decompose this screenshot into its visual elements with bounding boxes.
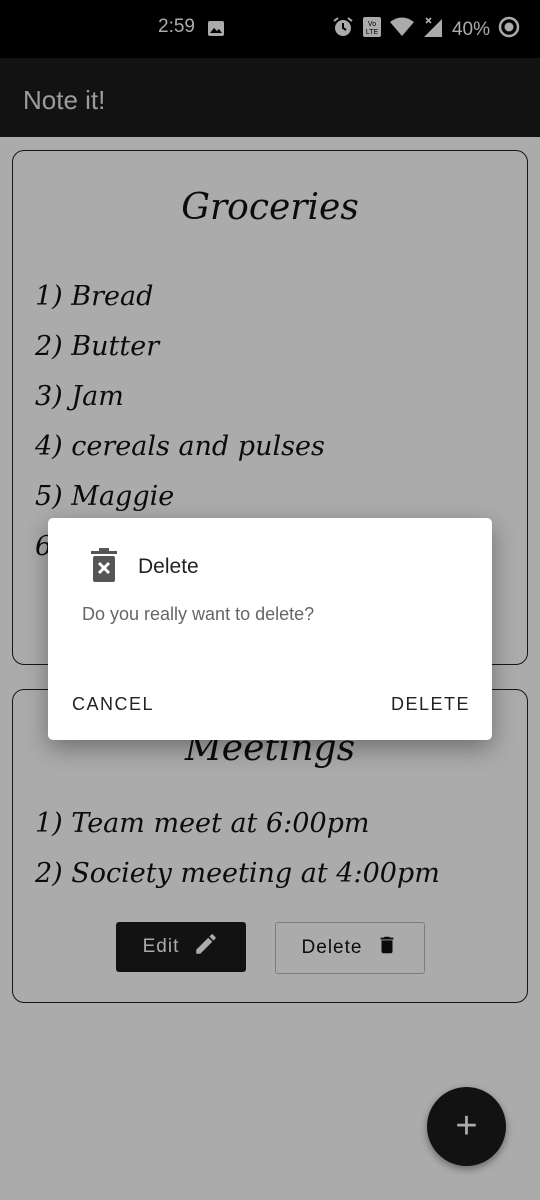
confirm-delete-button[interactable]: DELETE: [391, 694, 470, 715]
dialog-title: Delete: [138, 555, 199, 578]
dialog-message: Do you really want to delete?: [82, 604, 315, 624]
delete-forever-icon: [90, 548, 118, 589]
cancel-button[interactable]: CANCEL: [72, 694, 154, 715]
delete-dialog: Delete Do you really want to delete? CAN…: [48, 518, 492, 740]
